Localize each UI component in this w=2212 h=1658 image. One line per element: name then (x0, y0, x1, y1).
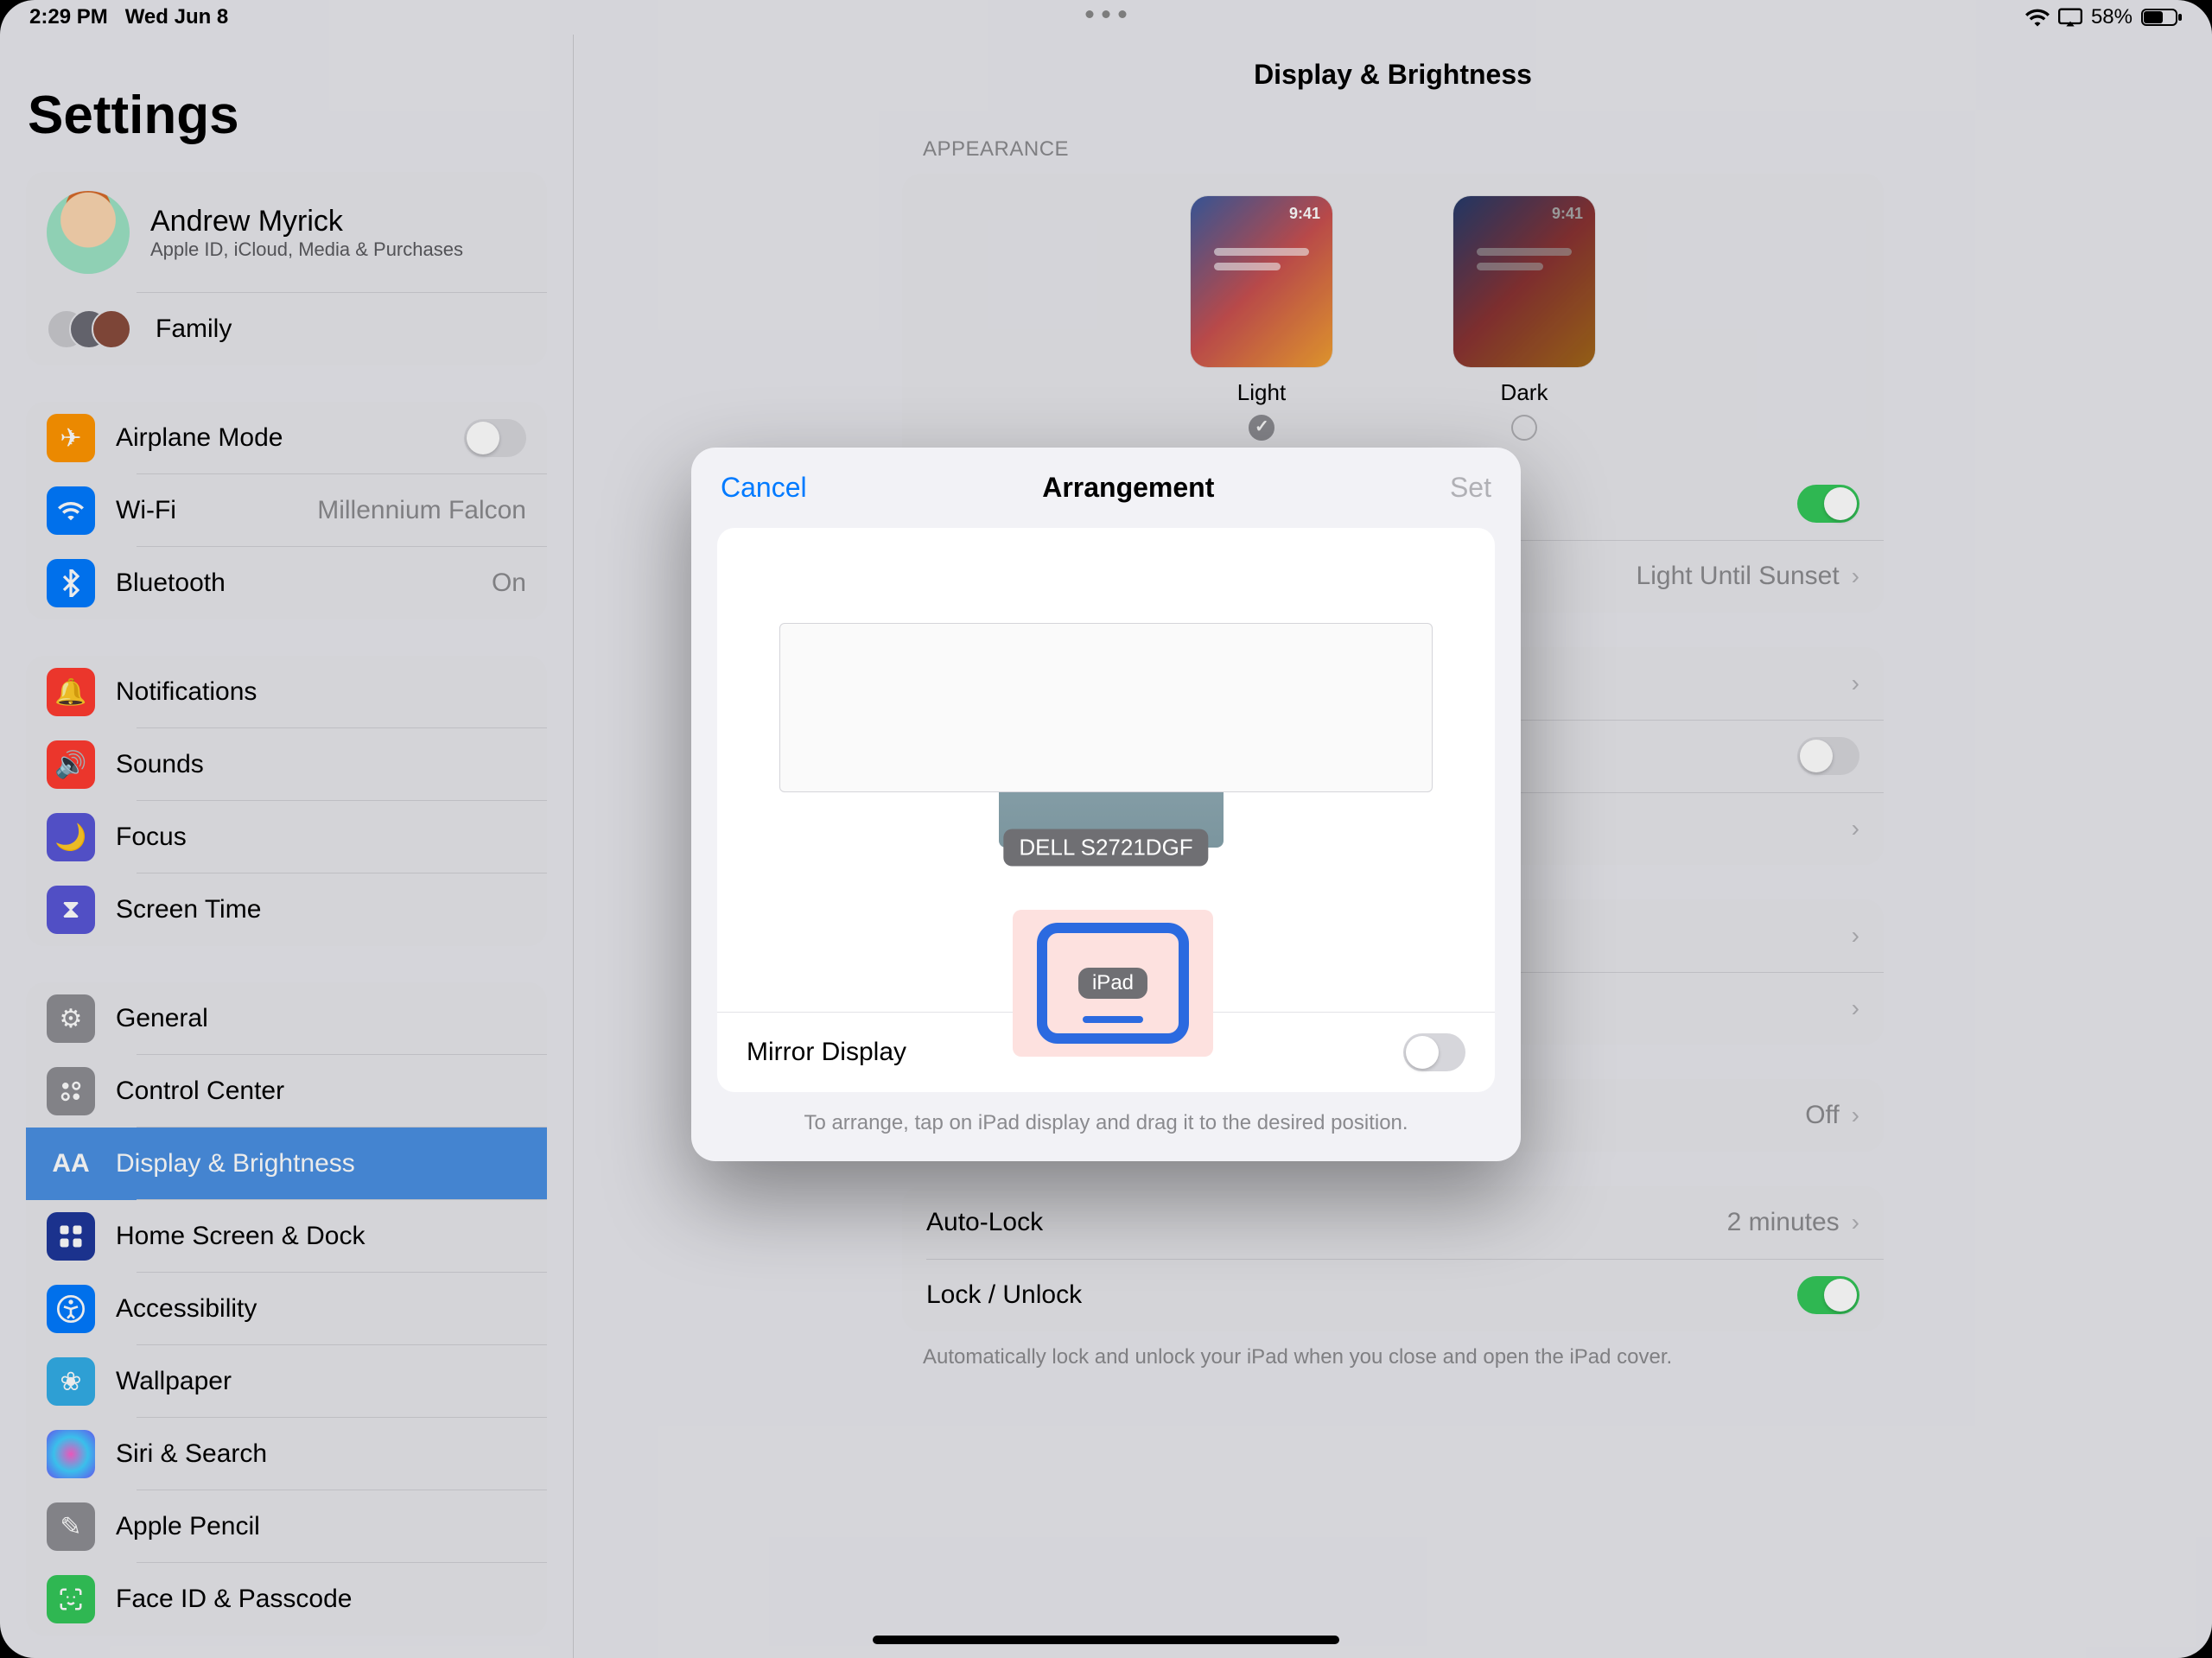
sliders-icon (47, 1067, 95, 1115)
grid-icon (47, 1212, 95, 1261)
sidebar-bluetooth[interactable]: Bluetooth On (26, 547, 547, 619)
lockunlock-row[interactable]: Lock / Unlock (902, 1259, 1884, 1331)
multitask-dots[interactable] (1086, 10, 1127, 18)
sidebar-notifications[interactable]: 🔔 Notifications (26, 656, 547, 728)
apple-id-row[interactable]: Andrew Myrick Apple ID, iCloud, Media & … (26, 172, 547, 293)
hourglass-icon: ⧗ (47, 886, 95, 934)
light-radio[interactable] (1249, 415, 1274, 441)
appearance-dark[interactable]: 9:41 Dark (1453, 196, 1595, 445)
status-date: Wed Jun 8 (125, 5, 229, 29)
airplane-toggle[interactable] (464, 419, 526, 457)
siri-icon (47, 1430, 95, 1478)
autolock-row[interactable]: Auto-Lock 2 minutes› (902, 1186, 1884, 1259)
profile-subtitle: Apple ID, iCloud, Media & Purchases (150, 238, 463, 261)
sidebar-sounds[interactable]: 🔊 Sounds (26, 728, 547, 801)
pencil-icon: ✎ (47, 1502, 95, 1551)
set-button[interactable]: Set (1450, 472, 1491, 504)
appearance-label: APPEARANCE (923, 137, 1884, 162)
battery-percent: 58% (2091, 5, 2133, 29)
sidebar-controlcenter[interactable]: Control Center (26, 1055, 547, 1128)
ipad-display[interactable]: iPad (1013, 910, 1213, 1057)
chevron-right-icon: › (1852, 562, 1859, 590)
family-label: Family (156, 314, 526, 344)
lockunlock-toggle[interactable] (1797, 1276, 1859, 1314)
sidebar-siri[interactable]: Siri & Search (26, 1418, 547, 1490)
avatar (47, 191, 130, 274)
bluetooth-icon (47, 559, 95, 607)
wifi-icon (2025, 8, 2050, 27)
battery-icon (2141, 8, 2183, 27)
automatic-toggle[interactable] (1797, 485, 1859, 523)
arrangement-modal: Cancel Arrangement Set DELL S2721DGF iPa… (691, 448, 1521, 1161)
external-display[interactable] (779, 623, 1433, 792)
profile-group: Andrew Myrick Apple ID, iCloud, Media & … (26, 172, 547, 365)
sidebar-accessibility[interactable]: Accessibility (26, 1273, 547, 1345)
modal-caption: To arrange, tap on iPad display and drag… (691, 1092, 1521, 1161)
cancel-button[interactable]: Cancel (721, 472, 807, 504)
sidebar-homescreen[interactable]: Home Screen & Dock (26, 1200, 547, 1273)
sidebar-focus[interactable]: 🌙 Focus (26, 801, 547, 873)
family-avatars (47, 305, 135, 353)
sidebar-wifi[interactable]: Wi-Fi Millennium Falcon (26, 474, 547, 547)
sidebar-pencil[interactable]: ✎ Apple Pencil (26, 1490, 547, 1563)
sidebar-screentime[interactable]: ⧗ Screen Time (26, 873, 547, 946)
profile-name: Andrew Myrick (150, 205, 463, 238)
dark-radio[interactable] (1511, 415, 1537, 441)
sidebar-wallpaper[interactable]: ❀ Wallpaper (26, 1345, 547, 1418)
settings-sidebar: Settings Andrew Myrick Apple ID, iCloud,… (0, 35, 574, 1658)
chevron-right-icon: › (1852, 1102, 1859, 1129)
sidebar-faceid[interactable]: Face ID & Passcode (26, 1563, 547, 1636)
sidebar-general[interactable]: ⚙ General (26, 982, 547, 1055)
autolock-card: Auto-Lock 2 minutes› Lock / Unlock (902, 1186, 1884, 1331)
mirror-toggle[interactable] (1403, 1033, 1465, 1071)
airplane-icon: ✈ (47, 414, 95, 462)
sidebar-airplane[interactable]: ✈ Airplane Mode (26, 402, 547, 474)
home-indicator[interactable] (873, 1636, 1339, 1644)
external-display-label: DELL S2721DGF (1003, 829, 1208, 866)
settings-title: Settings (28, 85, 547, 146)
gear-icon: ⚙ (47, 994, 95, 1043)
family-row[interactable]: Family (26, 293, 547, 365)
wifi-icon (47, 486, 95, 535)
appearance-light[interactable]: 9:41 Light (1191, 196, 1332, 445)
speaker-icon: 🔊 (47, 740, 95, 789)
bell-icon: 🔔 (47, 668, 95, 716)
sidebar-display[interactable]: AA Display & Brightness (26, 1128, 547, 1200)
airplay-icon (2058, 8, 2082, 27)
status-time: 2:29 PM (29, 5, 108, 29)
textsize-icon: AA (47, 1140, 95, 1188)
detail-title: Display & Brightness (574, 59, 2212, 91)
faceid-icon (47, 1575, 95, 1623)
chevron-right-icon: › (1852, 1209, 1859, 1236)
cover-caption: Automatically lock and unlock your iPad … (923, 1345, 1884, 1369)
flower-icon: ❀ (47, 1357, 95, 1406)
modal-title: Arrangement (1042, 472, 1214, 504)
arrangement-area[interactable]: DELL S2721DGF iPad (717, 528, 1495, 1012)
ipad-label: iPad (1078, 968, 1147, 999)
accessibility-icon (47, 1285, 95, 1333)
moon-icon: 🌙 (47, 813, 95, 861)
